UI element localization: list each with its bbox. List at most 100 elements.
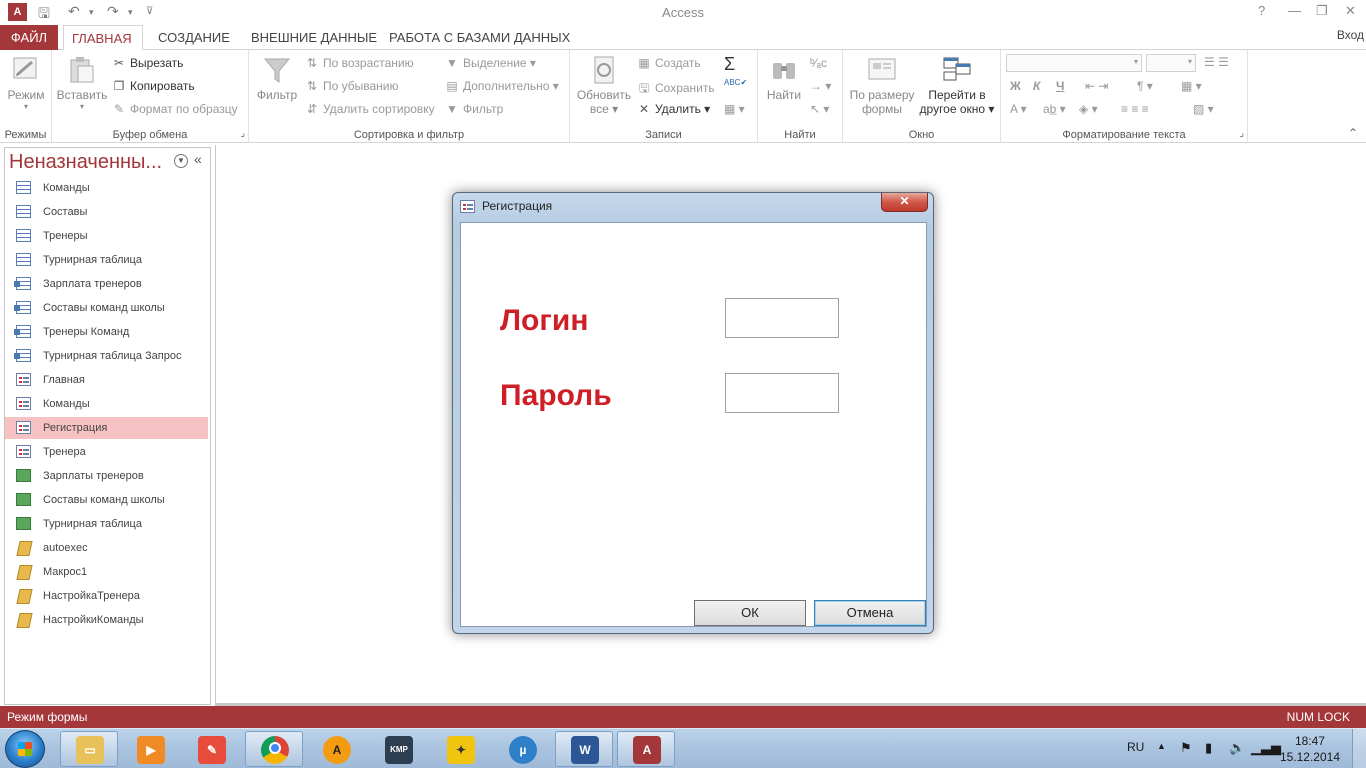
spelling-button[interactable]: ABC✔ — [724, 78, 747, 87]
password-input[interactable] — [725, 373, 839, 413]
taskbar-access[interactable]: A — [617, 731, 675, 767]
taskbar-kmplayer[interactable]: KMP — [369, 731, 427, 767]
bullets-button[interactable]: ☰ ☰ — [1204, 55, 1229, 69]
nav-item[interactable]: Тренеры — [5, 225, 208, 247]
new-record-button[interactable]: ▦ Создать — [637, 56, 700, 70]
query-icon — [14, 301, 31, 314]
taskbar-explorer[interactable]: ▭ — [60, 731, 118, 767]
tab-external-data[interactable]: ВНЕШНИЕ ДАННЫЕ — [243, 25, 385, 50]
totals-button[interactable]: Σ — [724, 54, 735, 75]
language-indicator[interactable]: RU — [1127, 740, 1144, 768]
taskbar-word[interactable]: W — [555, 731, 613, 767]
volume-icon[interactable]: 🔈 — [1229, 740, 1245, 768]
taskbar-games[interactable]: ✦ — [431, 731, 489, 767]
clock[interactable]: 18:47 15.12.2014 — [1280, 733, 1340, 765]
taskbar-chrome[interactable] — [245, 731, 303, 767]
taskbar-media-player[interactable]: ▶ — [121, 731, 179, 767]
select-button[interactable]: ↖ ▾ — [810, 102, 829, 116]
dialog-close-button[interactable]: ✕ — [881, 193, 928, 212]
nav-item[interactable]: Турнирная таблица — [5, 513, 208, 535]
font-color-button[interactable]: A ▾ — [1010, 102, 1027, 116]
underline-button[interactable]: Ч — [1056, 79, 1064, 93]
signal-icon[interactable]: ▁▃▅ — [1251, 740, 1281, 768]
clipboard-launcher-icon[interactable]: ⌟ — [240, 128, 245, 139]
nav-item[interactable]: autoexec — [5, 537, 208, 559]
format-painter-button[interactable]: ✎ Формат по образцу — [112, 102, 238, 116]
tab-create[interactable]: СОЗДАНИЕ — [150, 25, 238, 50]
paste-button[interactable]: Вставить ▾ — [56, 54, 108, 111]
paragraph-direction-button[interactable]: ¶ ▾ — [1137, 79, 1153, 93]
remove-sort-button[interactable]: ⇵ Удалить сортировку — [305, 102, 435, 116]
copy-button[interactable]: ❐ Копировать — [112, 79, 195, 93]
cut-button[interactable]: ✂ Вырезать — [112, 56, 183, 70]
nav-item[interactable]: НастройкаТренера — [5, 585, 208, 607]
minimize-button[interactable]: — — [1288, 3, 1301, 18]
delete-record-button[interactable]: ✕ Удалить ▾ — [637, 102, 710, 116]
font-size-combo[interactable]: ▾ — [1146, 54, 1196, 72]
save-record-button[interactable]: 🖫 Сохранить — [637, 79, 715, 100]
nav-item[interactable]: Составы команд школы — [5, 489, 208, 511]
goto-button[interactable]: → ▾ — [810, 79, 831, 93]
align-buttons[interactable]: ≡ ≡ ≡ — [1121, 102, 1149, 116]
advanced-button[interactable]: ▤ Дополнительно ▾ — [445, 79, 558, 93]
size-to-fit-button[interactable]: По размеру формы — [847, 54, 917, 116]
nav-pane-title[interactable]: Неназначенны... — [9, 151, 169, 174]
taskbar-aimp[interactable]: A — [307, 731, 365, 767]
toggle-filter-button[interactable]: ▼ Фильтр — [445, 102, 503, 116]
find-button[interactable]: Найти — [762, 54, 806, 102]
sign-in-link[interactable]: Вход — [1337, 28, 1364, 42]
tab-file[interactable]: ФАЙЛ — [0, 25, 58, 50]
italic-button[interactable]: К — [1033, 79, 1040, 93]
login-input[interactable] — [725, 298, 839, 338]
nav-pane-collapse-icon[interactable]: « — [194, 151, 202, 167]
gridlines-button[interactable]: ▦ ▾ — [1181, 79, 1202, 93]
taskbar-paint[interactable]: ✎ — [182, 731, 240, 767]
nav-item[interactable]: НастройкиКоманды — [5, 609, 208, 631]
nav-item[interactable]: Макрос1 — [5, 561, 208, 583]
nav-item-label: Макрос1 — [43, 566, 88, 578]
action-center-icon[interactable]: ▮ — [1205, 740, 1212, 768]
help-button[interactable]: ? — [1258, 3, 1265, 18]
restore-button[interactable]: ❐ — [1316, 3, 1328, 19]
close-button[interactable]: ✕ — [1345, 3, 1356, 19]
nav-item[interactable]: Зарплаты тренеров — [5, 465, 208, 487]
view-button[interactable]: Режим ▾ — [4, 54, 48, 111]
cancel-button[interactable]: Отмена — [814, 600, 926, 626]
nav-item[interactable]: Тренера — [5, 441, 208, 463]
fill-color-button[interactable]: ◈ ▾ — [1079, 102, 1098, 116]
filter-button[interactable]: Фильтр — [253, 54, 301, 102]
network-warning-icon[interactable]: ⚑ — [1180, 740, 1192, 768]
alternate-row-color-button[interactable]: ▨ ▾ — [1193, 102, 1214, 116]
more-records-button[interactable]: ▦ ▾ — [724, 102, 745, 116]
show-hidden-icons[interactable]: ▲ — [1157, 741, 1166, 768]
ok-button[interactable]: ОК — [694, 600, 806, 626]
nav-item[interactable]: Команды — [5, 177, 208, 199]
nav-item[interactable]: Составы — [5, 201, 208, 223]
switch-windows-button[interactable]: Перейти в другое окно ▾ — [917, 54, 997, 116]
refresh-all-button[interactable]: Обновить все ▾ — [574, 54, 634, 116]
font-name-combo[interactable]: ▾ — [1006, 54, 1142, 72]
nav-item[interactable]: Турнирная таблица Запрос — [5, 345, 208, 367]
nav-item[interactable]: Тренеры Команд — [5, 321, 208, 343]
highlight-button[interactable]: ab̲ ▾ — [1043, 102, 1066, 116]
nav-item[interactable]: Регистрация — [5, 417, 208, 439]
nav-item[interactable]: Команды — [5, 393, 208, 415]
sort-descending-button[interactable]: ⇅ По убыванию — [305, 79, 399, 93]
start-button[interactable] — [5, 730, 45, 768]
replace-button[interactable]: ᵇ⁄ₐc — [810, 56, 827, 70]
sort-ascending-button[interactable]: ⇅ По возрастанию — [305, 56, 414, 70]
nav-item[interactable]: Турнирная таблица — [5, 249, 208, 271]
show-desktop-button[interactable] — [1352, 729, 1366, 768]
taskbar-utorrent[interactable]: µ — [493, 731, 551, 767]
tab-database-tools[interactable]: РАБОТА С БАЗАМИ ДАННЫХ — [381, 25, 578, 50]
nav-pane-menu-icon[interactable]: ▼ — [174, 154, 188, 168]
nav-item[interactable]: Составы команд школы — [5, 297, 208, 319]
tab-home[interactable]: ГЛАВНАЯ — [63, 25, 143, 51]
text-format-launcher-icon[interactable]: ⌟ — [1239, 128, 1244, 139]
bold-button[interactable]: Ж — [1010, 79, 1021, 93]
selection-button[interactable]: ▼ Выделение ▾ — [445, 56, 536, 70]
indent-buttons[interactable]: ⇤ ⇥ — [1085, 79, 1108, 93]
collapse-ribbon-icon[interactable]: ⌃ — [1348, 126, 1358, 140]
nav-item[interactable]: Главная — [5, 369, 208, 391]
nav-item[interactable]: Зарплата тренеров — [5, 273, 208, 295]
